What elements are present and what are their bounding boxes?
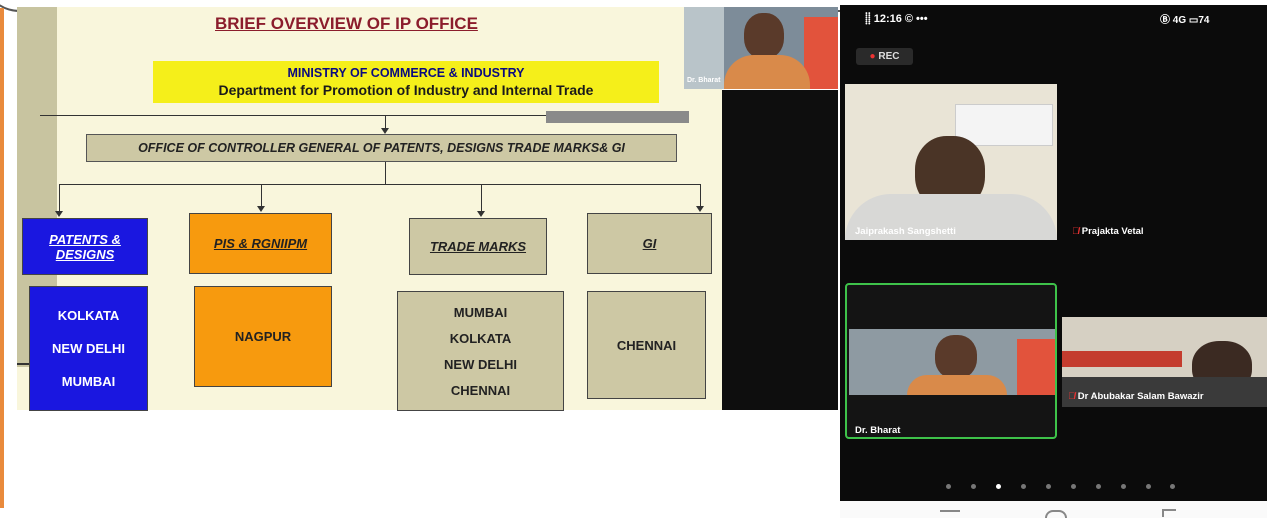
city-label: MUMBAI	[61, 374, 116, 389]
branch-header-label: GI	[642, 236, 657, 251]
connector-line	[40, 115, 550, 116]
recording-indicator: ● REC	[856, 48, 913, 65]
city-label: NAGPUR	[234, 329, 292, 344]
participant-face	[935, 335, 977, 379]
ministry-name: MINISTRY OF COMMERCE & INDUSTRY	[287, 66, 525, 80]
participant-tile-active[interactable]: Dr. Bharat	[845, 283, 1057, 439]
page-dot[interactable]	[1170, 484, 1175, 489]
status-bar-time: ⸽⸽ 12:16 © •••	[865, 13, 928, 25]
recents-icon[interactable]	[940, 510, 960, 512]
branch-header-label: PIS & RGNIIPM	[213, 236, 308, 251]
presenter-face	[744, 13, 784, 59]
participant-tile-muted[interactable]: 🎙̸ Prajakta Vetal	[1072, 226, 1144, 237]
city-label: KOLKATA	[57, 308, 120, 323]
branch-header-label: PATENTS &	[49, 231, 121, 247]
navigation-bar	[840, 501, 1267, 518]
participant-name: Jaiprakash Sangshetti	[855, 226, 956, 237]
connector-line	[59, 184, 60, 211]
city-label: CHENNAI	[616, 337, 677, 353]
city-label: KOLKATA	[449, 330, 512, 346]
page-dot[interactable]	[1146, 484, 1151, 489]
branch-cities-trade-marks: MUMBAI KOLKATA NEW DELHI CHENNAI	[397, 291, 564, 411]
participant-tile[interactable]: 🎙̸ Dr Abubakar Salam Bawazir	[1062, 317, 1267, 407]
presenter-video-thumbnail[interactable]: Dr. Bharat	[684, 7, 838, 89]
arrow-down-icon	[696, 206, 704, 212]
city-label: CHENNAI	[450, 382, 511, 398]
branch-header-trade-marks: TRADE MARKS	[409, 218, 547, 275]
branch-cities-patents-designs: KOLKATA NEW DELHI MUMBAI	[29, 286, 148, 411]
page-dot[interactable]	[1096, 484, 1101, 489]
page-dot[interactable]	[1121, 484, 1126, 489]
branch-connector	[59, 184, 701, 185]
slide-title: BRIEF OVERVIEW OF IP OFFICE	[215, 14, 478, 33]
city-label: MUMBAI	[453, 304, 508, 320]
page-dot[interactable]	[946, 484, 951, 489]
branch-header-pis-rgniipm: PIS & RGNIIPM	[189, 213, 332, 274]
connector-line	[261, 184, 262, 206]
arrow-down-icon	[477, 211, 485, 217]
city-label: NEW DELHI	[52, 341, 125, 356]
wall-shelf	[1062, 351, 1182, 367]
arrow-down-icon	[55, 211, 63, 217]
record-dot-icon: ●	[869, 51, 876, 62]
mic-muted-icon: 🎙̸	[1072, 226, 1080, 237]
page-dot-active[interactable]	[996, 484, 1001, 489]
participant-name-row: 🎙̸ Dr Abubakar Salam Bawazir	[1068, 391, 1204, 402]
participant-name: Dr Abubakar Salam Bawazir	[1077, 391, 1204, 402]
connector-strip	[546, 111, 689, 123]
page-dot[interactable]	[1071, 484, 1076, 489]
arrow-down-icon	[257, 206, 265, 212]
page-dot[interactable]	[971, 484, 976, 489]
page-dot[interactable]	[1021, 484, 1026, 489]
branch-header-label: TRADE MARKS	[429, 239, 527, 254]
chair-background	[1017, 339, 1055, 395]
connector-line	[700, 184, 701, 206]
participant-name: Dr. Bharat	[855, 425, 901, 436]
ministry-box: MINISTRY OF COMMERCE & INDUSTRY Departme…	[153, 61, 659, 103]
wall-chart	[955, 104, 1053, 146]
participant-tile[interactable]: Jaiprakash Sangshetti	[845, 84, 1057, 240]
page-dot[interactable]	[1046, 484, 1051, 489]
recording-label: REC	[878, 51, 900, 62]
participant-name: Prajakta Vetal	[1081, 226, 1144, 237]
branch-header-gi: GI	[587, 213, 712, 274]
branch-header-patents-designs: PATENTS & DESIGNS	[22, 218, 148, 275]
status-bar-indicators: Ⓑ 4G ▭74	[1160, 15, 1210, 26]
video-area-background	[722, 90, 838, 410]
home-icon[interactable]	[1045, 510, 1067, 518]
presenter-shirt	[724, 55, 810, 89]
connector-line	[385, 162, 386, 184]
department-name: Department for Promotion of Industry and…	[218, 82, 594, 98]
mic-muted-icon: 🎙̸	[1068, 391, 1076, 402]
city-label: NEW DELHI	[444, 356, 517, 372]
branch-cities-gi: CHENNAI	[587, 291, 706, 399]
controller-general-box: OFFICE OF CONTROLLER GENERAL OF PATENTS,…	[86, 134, 677, 162]
slide-side-rule	[17, 363, 29, 365]
connector-line	[385, 115, 386, 128]
participant-shirt	[907, 375, 1007, 395]
branch-cities-pis-rgniipm: NAGPUR	[194, 286, 332, 387]
left-accent-bar	[0, 8, 4, 508]
back-icon[interactable]	[1162, 509, 1176, 517]
thumbnail-name-label: Dr. Bharat	[687, 77, 721, 84]
branch-header-label: DESIGNS	[55, 246, 115, 262]
connector-line	[481, 184, 482, 212]
